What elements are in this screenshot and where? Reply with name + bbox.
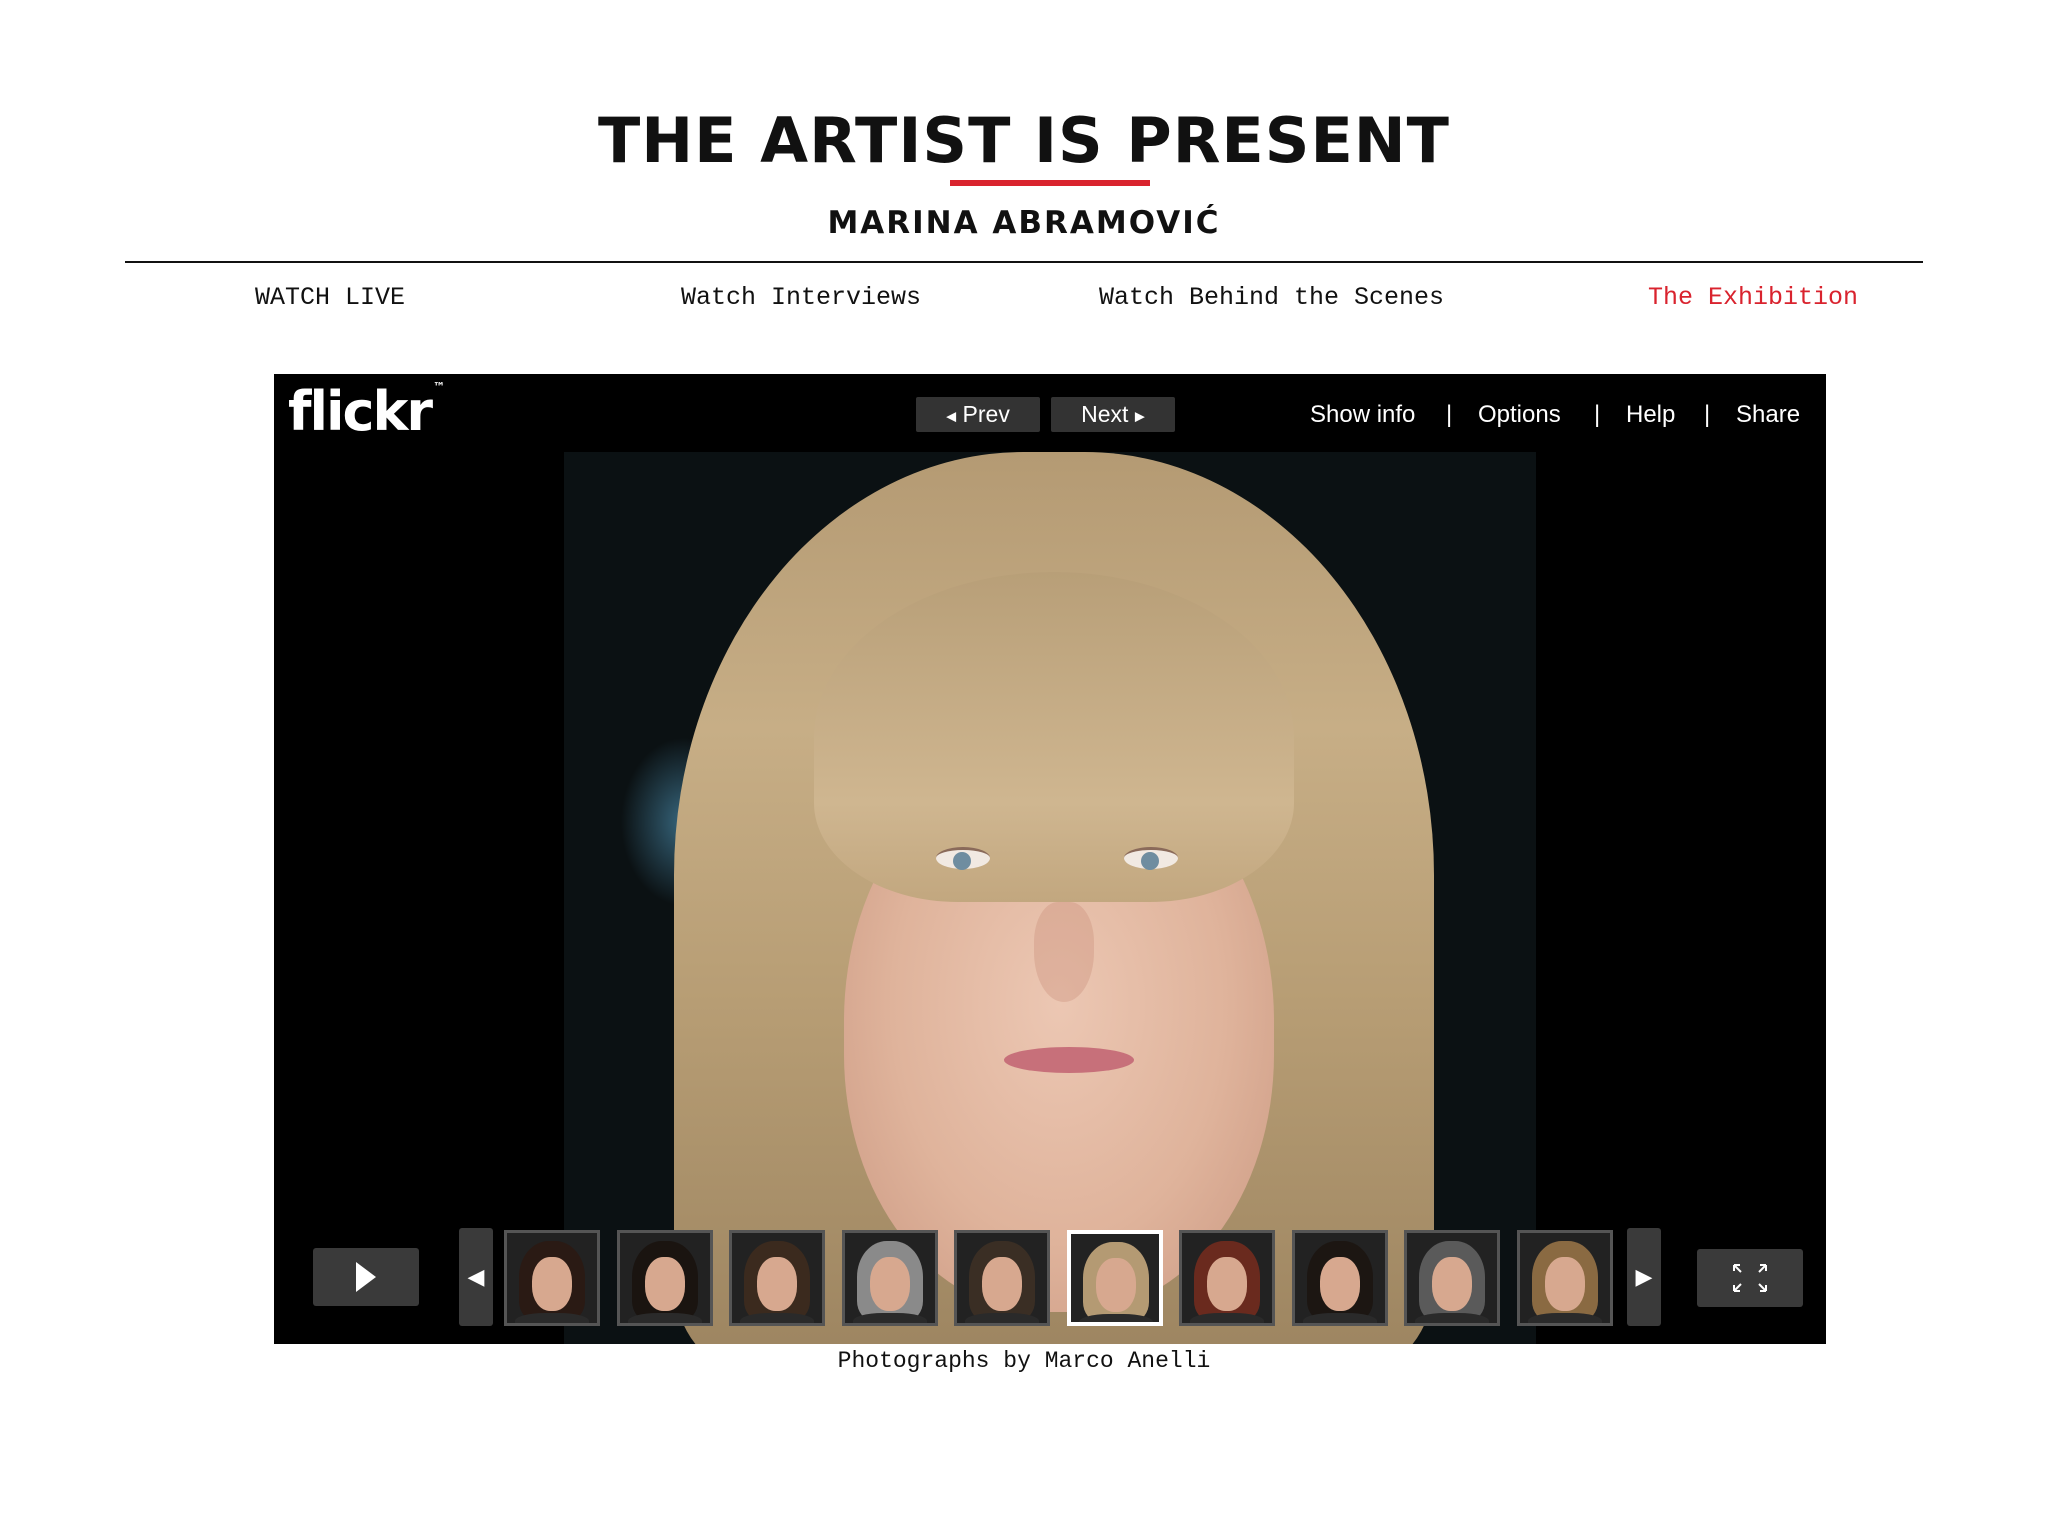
title-underline <box>950 180 1150 186</box>
thumbnail-2[interactable] <box>616 1230 713 1326</box>
thumbnails-scroll-left-button[interactable]: ◀ <box>459 1228 493 1326</box>
page-subtitle: MARINA ABRAMOVIĆ <box>827 205 1221 241</box>
share-link[interactable]: Share <box>1736 401 1800 429</box>
thumbnail-9[interactable] <box>1404 1230 1500 1326</box>
fullscreen-button[interactable] <box>1697 1249 1803 1307</box>
thumbnail-6[interactable] <box>1066 1230 1163 1326</box>
main-photo <box>564 452 1536 1344</box>
fullscreen-icon <box>1733 1264 1767 1292</box>
thumbnail-4[interactable] <box>841 1230 938 1326</box>
next-button[interactable]: Next ▶ <box>1051 397 1175 432</box>
portrait-thumbnail-icon <box>732 1233 822 1323</box>
portrait-thumbnail-icon <box>1407 1233 1497 1323</box>
photo-eye-right <box>1124 847 1178 870</box>
photo-nose <box>1034 902 1094 1002</box>
separator: | <box>1446 401 1453 428</box>
photo-eye-left <box>936 847 990 870</box>
thumbnail-3[interactable] <box>729 1230 825 1326</box>
nav-watch-interviews[interactable]: Watch Interviews <box>681 283 921 312</box>
thumbnail-10[interactable] <box>1516 1230 1613 1326</box>
triangle-right-icon: ▶ <box>1635 1264 1653 1289</box>
photo-bangs <box>814 572 1294 902</box>
photo-mouth <box>1004 1047 1134 1073</box>
play-button[interactable] <box>313 1248 419 1306</box>
play-icon <box>356 1262 376 1292</box>
photo-credit-caption: Photographs by Marco Anelli <box>837 1348 1211 1374</box>
show-info-link[interactable]: Show info <box>1310 401 1415 429</box>
nav-watch-behind-the-scenes[interactable]: Watch Behind the Scenes <box>1099 283 1444 312</box>
separator: | <box>1704 401 1711 428</box>
nav-the-exhibition[interactable]: The Exhibition <box>1648 283 1858 312</box>
portrait-thumbnail-icon <box>1182 1233 1272 1323</box>
page-title: THE ARTIST IS PRESENT <box>598 104 1450 177</box>
triangle-right-icon: ▶ <box>1134 408 1145 424</box>
flickr-slideshow: flickr ™ ◀ Prev Next ▶ Show info | Option… <box>274 374 1826 1344</box>
portrait-thumbnail-icon <box>845 1233 935 1323</box>
thumbnail-7[interactable] <box>1179 1230 1275 1326</box>
thumbnail-1[interactable] <box>504 1230 600 1326</box>
thumbnail-strip: ◀ ▶ <box>274 1222 1826 1344</box>
separator: | <box>1594 401 1601 428</box>
header-divider <box>125 261 1923 263</box>
portrait-thumbnail-icon <box>507 1233 597 1323</box>
nav-watch-live[interactable]: WATCH LIVE <box>255 283 405 312</box>
portrait-thumbnail-icon <box>957 1233 1047 1323</box>
help-link[interactable]: Help <box>1626 401 1675 429</box>
options-link[interactable]: Options <box>1478 401 1561 429</box>
portrait-thumbnail-icon <box>1071 1234 1159 1322</box>
prev-button[interactable]: ◀ Prev <box>916 397 1040 432</box>
triangle-left-icon: ◀ <box>946 408 957 424</box>
portrait-thumbnail-icon <box>1295 1233 1385 1323</box>
thumbnail-8[interactable] <box>1291 1230 1388 1326</box>
portrait-thumbnail-icon <box>1520 1233 1610 1323</box>
thumbnails-scroll-right-button[interactable]: ▶ <box>1627 1228 1661 1326</box>
portrait-thumbnail-icon <box>620 1233 710 1323</box>
thumbnail-5[interactable] <box>954 1230 1050 1326</box>
flickr-logo[interactable]: flickr ™ <box>288 380 445 443</box>
triangle-left-icon: ◀ <box>467 1264 485 1289</box>
